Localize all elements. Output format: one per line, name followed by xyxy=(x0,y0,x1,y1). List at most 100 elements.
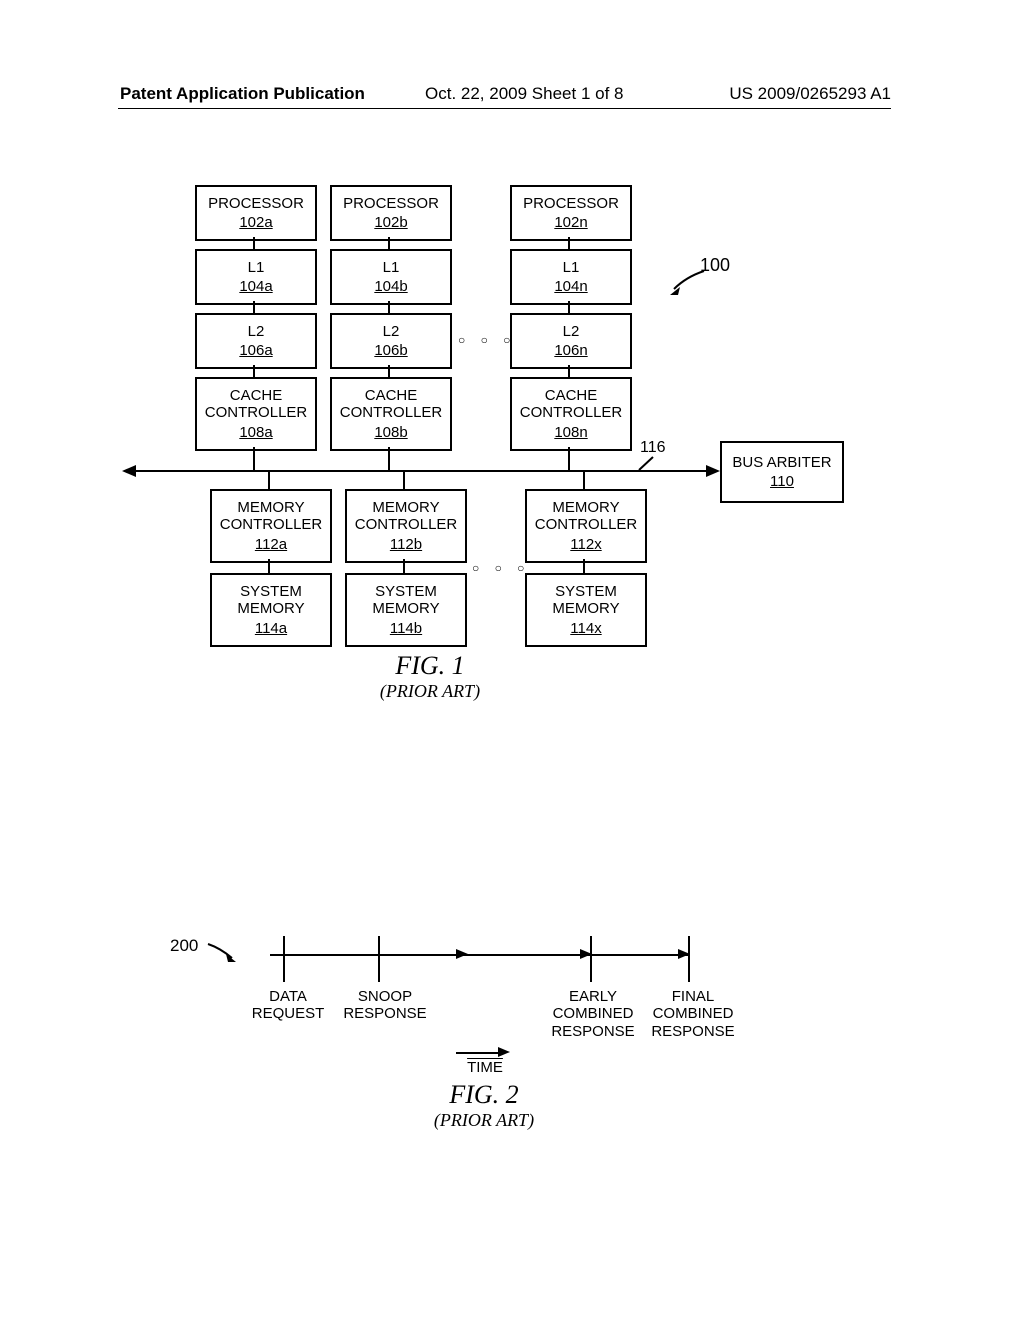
connector xyxy=(583,559,585,573)
box-label: CACHE CONTROLLER xyxy=(205,387,308,422)
box-ref: 108b xyxy=(374,424,407,441)
figure-number: FIG. 2 xyxy=(384,1080,584,1110)
curve-arrow-icon xyxy=(206,942,246,964)
box-ref: 114b xyxy=(390,620,422,637)
l2-box: L2 106b xyxy=(330,313,452,369)
arrow-right-icon xyxy=(456,949,468,959)
system-memory-box: SYSTEM MEMORY 114b xyxy=(345,573,467,647)
ellipsis-icon: ○ ○ ○ xyxy=(472,561,530,575)
figure-number: FIG. 1 xyxy=(330,651,530,681)
connector xyxy=(568,301,570,313)
time-label: TIME xyxy=(460,1058,510,1076)
cache-controller-box: CACHE CONTROLLER 108n xyxy=(510,377,632,451)
box-ref: 112x xyxy=(570,536,601,553)
arrow-right-icon xyxy=(498,1047,510,1057)
box-label: BUS ARBITER xyxy=(732,454,831,471)
cache-controller-box: CACHE CONTROLLER 108a xyxy=(195,377,317,451)
box-label: MEMORY CONTROLLER xyxy=(535,499,638,534)
box-ref: 104b xyxy=(374,278,407,295)
connector xyxy=(568,447,570,471)
box-label: CACHE CONTROLLER xyxy=(340,387,443,422)
box-ref: 104n xyxy=(554,278,587,295)
header-left: Patent Application Publication xyxy=(120,84,365,104)
memory-controller-box: MEMORY CONTROLLER 112x xyxy=(525,489,647,563)
system-memory-box: SYSTEM MEMORY 114a xyxy=(210,573,332,647)
l1-box: L1 104a xyxy=(195,249,317,305)
connector xyxy=(253,365,255,377)
header-right: US 2009/0265293 A1 xyxy=(729,84,891,104)
timeline-label: FINAL COMBINED RESPONSE xyxy=(648,988,738,1040)
box-ref: 114x xyxy=(570,620,601,637)
box-ref: 106b xyxy=(374,342,407,359)
connector xyxy=(403,471,405,489)
arrow-left-icon xyxy=(122,465,136,477)
time-arrow-line xyxy=(456,1052,498,1054)
curve-arrow-icon xyxy=(664,269,714,297)
box-label: L1 xyxy=(563,259,580,276)
box-label: L2 xyxy=(383,323,400,340)
box-label: PROCESSOR xyxy=(208,195,304,212)
timeline-label: EARLY COMBINED RESPONSE xyxy=(548,988,638,1040)
page-header: Patent Application Publication Oct. 22, … xyxy=(0,84,1024,114)
memory-controller-box: MEMORY CONTROLLER 112a xyxy=(210,489,332,563)
box-ref: 102a xyxy=(239,214,272,231)
box-label: MEMORY CONTROLLER xyxy=(355,499,458,534)
box-label: PROCESSOR xyxy=(343,195,439,212)
connector xyxy=(568,237,570,249)
lead-line-icon xyxy=(635,455,665,475)
figure-subcaption: (PRIOR ART) xyxy=(384,1110,584,1131)
box-label: CACHE CONTROLLER xyxy=(520,387,623,422)
header-center: Oct. 22, 2009 Sheet 1 of 8 xyxy=(425,84,623,104)
box-ref: 104a xyxy=(239,278,272,295)
timeline-label: DATA REQUEST xyxy=(248,988,328,1023)
box-label: SYSTEM MEMORY xyxy=(372,583,439,618)
box-ref: 108n xyxy=(554,424,587,441)
connector xyxy=(403,559,405,573)
page: Patent Application Publication Oct. 22, … xyxy=(0,0,1024,1320)
ellipsis-icon: ○ ○ ○ xyxy=(458,333,516,347)
box-label: L1 xyxy=(248,259,265,276)
processor-box: PROCESSOR 102b xyxy=(330,185,452,241)
box-ref: 102n xyxy=(554,214,587,231)
box-ref: 114a xyxy=(255,620,287,637)
figure-1-caption: FIG. 1 (PRIOR ART) xyxy=(330,651,530,702)
box-ref: 110 xyxy=(770,473,794,490)
figure-2-caption: FIG. 2 (PRIOR ART) xyxy=(384,1080,584,1131)
box-ref: 112b xyxy=(390,536,422,553)
ref-100: 100 xyxy=(700,255,730,276)
memory-controller-box: MEMORY CONTROLLER 112b xyxy=(345,489,467,563)
box-ref: 106a xyxy=(239,342,272,359)
figure-subcaption: (PRIOR ART) xyxy=(330,681,530,702)
processor-box: PROCESSOR 102n xyxy=(510,185,632,241)
box-label: L2 xyxy=(248,323,265,340)
connector xyxy=(268,471,270,489)
bus-line xyxy=(136,470,706,472)
box-label: SYSTEM MEMORY xyxy=(552,583,619,618)
timeline-tick xyxy=(378,936,380,982)
connector xyxy=(583,471,585,489)
connector xyxy=(268,559,270,573)
connector xyxy=(388,365,390,377)
box-label: PROCESSOR xyxy=(523,195,619,212)
box-label: MEMORY CONTROLLER xyxy=(220,499,323,534)
box-ref: 102b xyxy=(374,214,407,231)
connector xyxy=(388,301,390,313)
connector xyxy=(568,365,570,377)
connector xyxy=(253,237,255,249)
timeline-tick xyxy=(590,936,592,982)
connector xyxy=(388,237,390,249)
l1-box: L1 104b xyxy=(330,249,452,305)
box-label: L2 xyxy=(563,323,580,340)
l2-box: L2 106a xyxy=(195,313,317,369)
box-label: L1 xyxy=(383,259,400,276)
timeline-line xyxy=(270,954,690,956)
timeline-tick xyxy=(283,936,285,982)
timeline-tick xyxy=(688,936,690,982)
header-rule xyxy=(118,108,891,109)
cache-controller-box: CACHE CONTROLLER 108b xyxy=(330,377,452,451)
box-ref: 106n xyxy=(554,342,587,359)
connector xyxy=(253,301,255,313)
timeline-label: SNOOP RESPONSE xyxy=(340,988,430,1023)
connector xyxy=(253,447,255,471)
connector xyxy=(388,447,390,471)
